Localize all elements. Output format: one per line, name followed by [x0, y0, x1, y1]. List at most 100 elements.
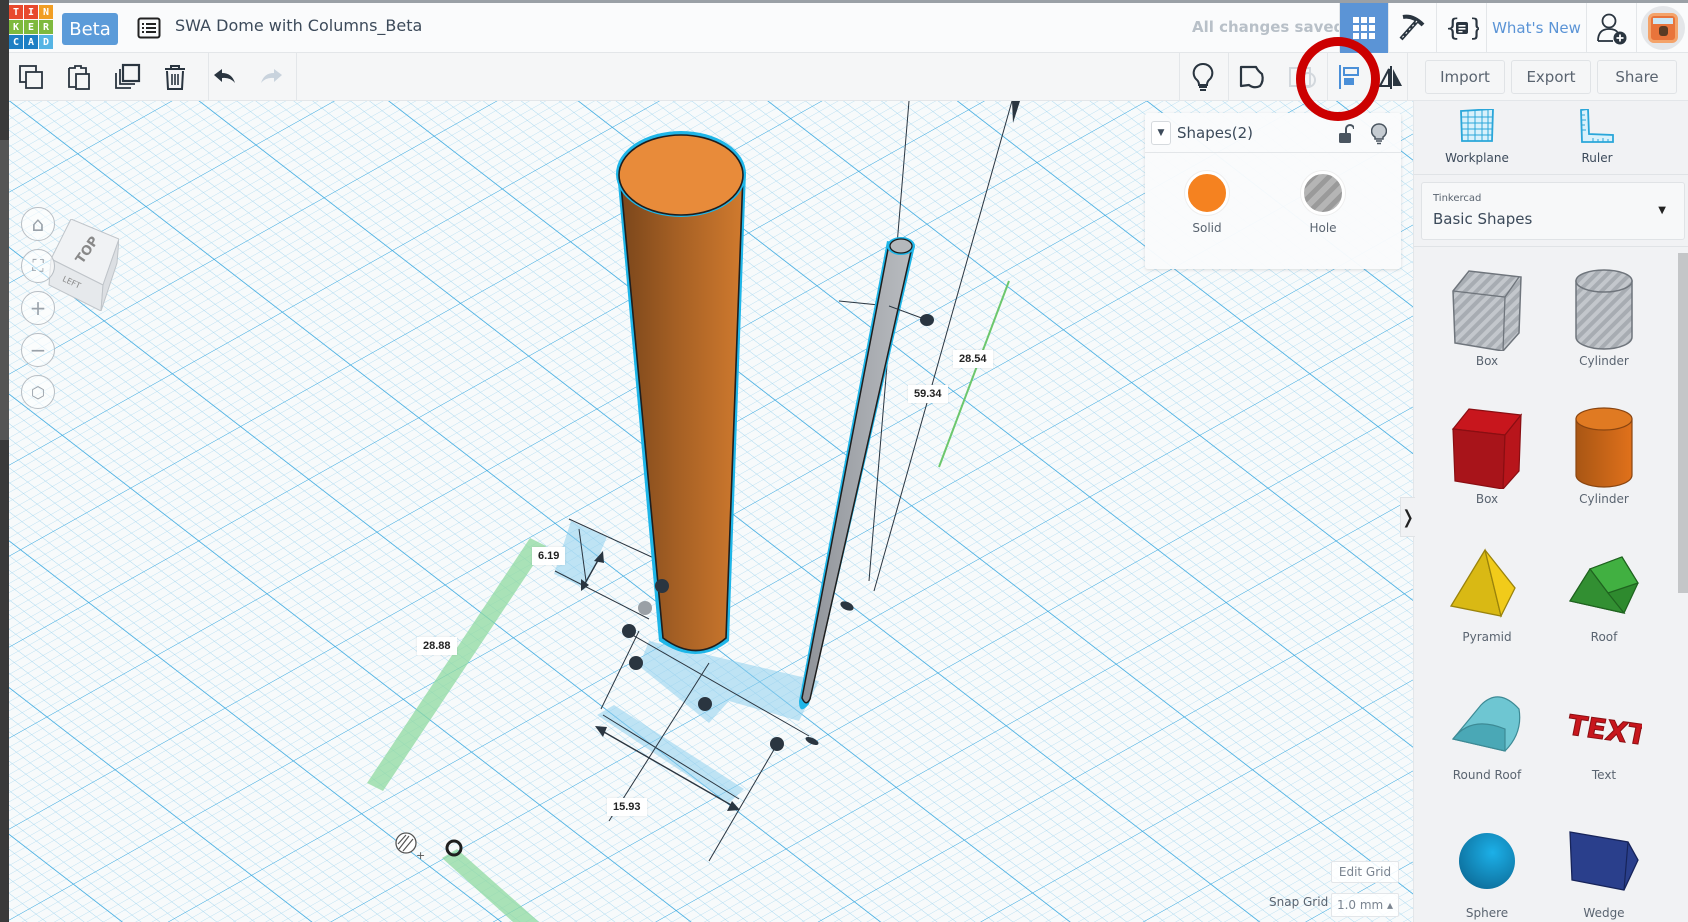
whats-new-link[interactable]: What's New — [1486, 3, 1586, 53]
depth-dimension-label[interactable]: 15.93 — [607, 798, 647, 816]
solid-option[interactable]: Solid — [1167, 171, 1247, 235]
lock-button[interactable] — [1338, 124, 1355, 148]
svg-text:}: } — [1469, 14, 1479, 42]
beta-badge[interactable]: Beta — [62, 13, 118, 45]
user-avatar-button[interactable] — [1636, 3, 1688, 53]
shape-wedge[interactable]: Wedge — [1549, 816, 1659, 920]
paste-button[interactable] — [61, 59, 97, 95]
zoom-in-button[interactable]: + — [21, 291, 55, 325]
notes-button[interactable] — [1185, 59, 1221, 95]
solid-swatch — [1185, 171, 1229, 215]
bricks-view-button[interactable] — [1388, 3, 1436, 53]
align-button[interactable] — [1331, 59, 1367, 95]
redo-icon — [261, 69, 282, 83]
caret-down-icon: ▼ — [1658, 205, 1666, 216]
snap-grid-label: Snap Grid — [1269, 895, 1329, 909]
codeblocks-button[interactable]: {} — [1436, 3, 1486, 53]
resize-handle[interactable] — [629, 656, 643, 670]
undo-button[interactable] — [207, 59, 243, 95]
resize-handle[interactable] — [638, 601, 652, 615]
solid-label: Solid — [1192, 221, 1222, 235]
document-title[interactable]: SWA Dome with Columns_Beta — [175, 16, 422, 35]
workplane-shape-button[interactable] — [1234, 59, 1270, 95]
zoom-out-button[interactable]: − — [21, 333, 55, 367]
snap-grid-select[interactable]: 1.0 mm ▴ — [1331, 893, 1399, 917]
sphere-icon — [1459, 833, 1515, 889]
shape-label: Cylinder — [1579, 492, 1629, 506]
library-source: Tinkercad — [1433, 193, 1482, 204]
inspector-title: Shapes(2) — [1177, 124, 1254, 142]
resize-handle[interactable] — [698, 697, 712, 711]
home-icon: ⌂ — [31, 212, 45, 236]
shape-box[interactable]: Box — [1432, 402, 1542, 506]
resize-handle[interactable] — [622, 624, 636, 638]
visibility-button[interactable] — [1370, 123, 1388, 149]
edit-grid-button[interactable]: Edit Grid — [1331, 861, 1399, 883]
toolbar-divider — [1179, 53, 1180, 101]
shape-roof[interactable]: Roof — [1549, 540, 1659, 644]
unlock-icon — [1339, 124, 1355, 143]
home-view-button[interactable]: ⌂ — [21, 207, 55, 241]
shape-text[interactable]: TEXT Text — [1549, 678, 1659, 782]
mirror-icon — [1378, 66, 1402, 89]
align-icon — [1339, 65, 1359, 89]
minus-icon: − — [29, 338, 47, 362]
length-dimension-label[interactable]: 28.88 — [417, 637, 457, 655]
shapes-panel: Workplane Ruler Tinkercad Basic Shapes ▼… — [1413, 101, 1688, 922]
hole-option[interactable]: Hole — [1283, 171, 1363, 235]
shape-cylinder-hole[interactable]: Cylinder — [1549, 264, 1659, 368]
panel-divider — [1414, 246, 1688, 247]
ruler-tool[interactable]: Ruler — [1542, 107, 1652, 165]
camera-icon — [1289, 67, 1316, 88]
design-list-icon[interactable] — [137, 17, 161, 39]
copy-button[interactable] — [13, 59, 49, 95]
shape-library-select[interactable]: Tinkercad Basic Shapes ▼ — [1421, 182, 1685, 240]
share-button[interactable]: Share — [1597, 60, 1677, 94]
workplane-tool[interactable]: Workplane — [1422, 108, 1532, 165]
tinkercad-logo[interactable]: T I N K E R C A D — [9, 5, 53, 50]
import-button[interactable]: Import — [1425, 60, 1505, 94]
shape-inspector: ▼ Shapes(2) Solid Hole — [1145, 113, 1401, 269]
round-roof-icon — [1451, 696, 1521, 752]
perspective-toggle-button[interactable]: ⬡ — [21, 375, 55, 409]
panel-divider — [1414, 174, 1688, 175]
shape-pyramid[interactable]: Pyramid — [1432, 540, 1542, 644]
top-header: T I N K E R C A D Beta SWA Dome with Col… — [9, 0, 1688, 53]
width-dimension-label[interactable]: 6.19 — [532, 547, 566, 565]
logo-letter: E — [24, 20, 38, 34]
grid-icon — [1353, 17, 1375, 39]
shape-round-roof[interactable]: Round Roof — [1432, 678, 1542, 782]
scrollbar-thumb[interactable] — [1678, 253, 1688, 593]
window-edge — [0, 0, 9, 922]
shape-label: Text — [1591, 768, 1617, 782]
logo-letter: D — [39, 35, 53, 49]
export-button[interactable]: Export — [1511, 60, 1591, 94]
3d-design-view-button[interactable] — [1339, 3, 1388, 53]
resize-handle[interactable] — [655, 579, 669, 593]
box-icon — [1451, 408, 1523, 489]
inspector-collapse-button[interactable]: ▼ — [1151, 121, 1171, 145]
height-dimension-label[interactable]: 59.34 — [908, 385, 948, 403]
lightbulb-icon — [1370, 123, 1388, 145]
toolbar-divider — [296, 53, 297, 101]
shape-sphere[interactable]: Sphere — [1432, 816, 1542, 920]
shape-label: Box — [1475, 492, 1499, 506]
resize-handle[interactable] — [770, 737, 784, 751]
redo-button[interactable] — [253, 59, 289, 95]
fit-view-button[interactable]: ⛶ — [21, 249, 55, 283]
shape-box-hole[interactable]: Box — [1432, 264, 1542, 368]
elevation-dimension-label[interactable]: 28.54 — [953, 350, 993, 368]
add-user-icon — [1596, 13, 1626, 45]
invite-user-button[interactable] — [1586, 3, 1636, 53]
shape-cylinder[interactable]: Cylinder — [1549, 402, 1659, 506]
logo-letter: T — [9, 5, 23, 19]
mirror-button[interactable] — [1373, 59, 1409, 95]
cylinder-icon — [1575, 407, 1633, 488]
logo-letter: K — [9, 20, 23, 34]
panel-collapse-toggle[interactable]: ❭ — [1400, 497, 1416, 537]
duplicate-button[interactable] — [109, 59, 145, 95]
hole-swatch — [1301, 171, 1345, 215]
view-button[interactable] — [1284, 59, 1320, 95]
delete-button[interactable] — [157, 59, 193, 95]
shape-label: Sphere — [1465, 906, 1509, 920]
